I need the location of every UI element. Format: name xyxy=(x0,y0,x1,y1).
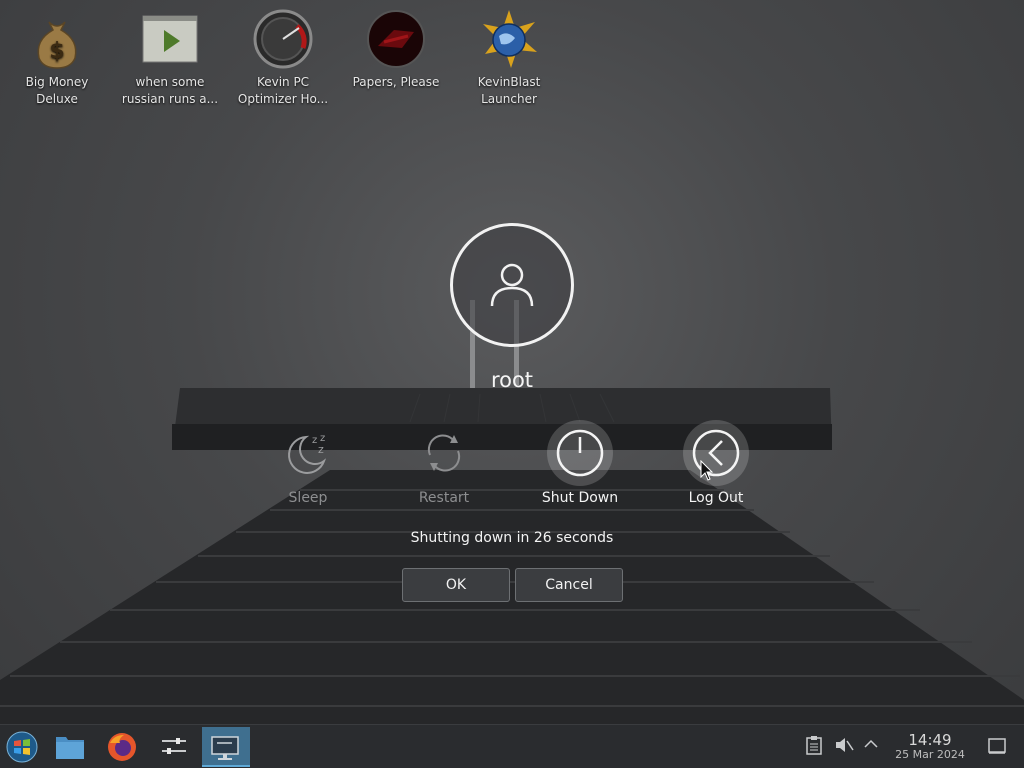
restart-button[interactable]: Restart xyxy=(384,420,504,515)
user-silhouette-icon xyxy=(490,263,534,307)
sleep-label: Sleep xyxy=(288,490,328,506)
start-menu-icon xyxy=(6,731,38,763)
desktop-icon-label: Papers, Please xyxy=(352,75,440,89)
desktop-icon-kevinblast-launcher[interactable]: KevinBlast Launcher xyxy=(459,8,559,108)
clock-time[interactable]: 14:49 xyxy=(892,731,968,749)
svg-text:z: z xyxy=(318,443,324,456)
desktop-icon-label: Kevin PC Optimizer Ho... xyxy=(237,75,329,106)
username-label: root xyxy=(490,368,534,392)
cancel-button[interactable]: Cancel xyxy=(515,568,623,602)
money-bag-icon: $ xyxy=(37,21,77,69)
sleep-moon-icon: z z z xyxy=(288,433,327,474)
mouse-cursor-icon xyxy=(700,460,714,481)
log-out-label: Log Out xyxy=(688,490,744,506)
file-manager-icon xyxy=(56,737,84,759)
log-out-button[interactable]: Log Out xyxy=(656,420,776,515)
settings-sliders-icon xyxy=(162,738,186,754)
svg-text:$: $ xyxy=(49,39,64,64)
display-task-button[interactable] xyxy=(202,727,250,767)
clipboard-icon[interactable] xyxy=(806,735,822,755)
restart-label: Restart xyxy=(418,490,470,506)
desktop-icon-label: when some russian runs a... xyxy=(121,75,219,106)
chevron-up-icon[interactable] xyxy=(864,739,878,749)
desktop-icon-label: KevinBlast Launcher xyxy=(477,75,541,106)
firefox-button[interactable] xyxy=(100,727,144,767)
globe-star-icon xyxy=(483,10,537,68)
taskbar xyxy=(0,724,1024,768)
ok-button[interactable]: OK xyxy=(402,568,510,602)
restart-icon xyxy=(427,434,461,472)
start-menu-button[interactable] xyxy=(0,727,44,767)
desktop-icon-big-money-deluxe[interactable]: $ Big Money Deluxe xyxy=(7,8,107,108)
clock-date[interactable]: 25 Mar 2024 xyxy=(886,748,974,761)
shut-down-button[interactable]: Shut Down xyxy=(520,420,640,515)
papers-please-icon xyxy=(367,10,425,68)
svg-text:z: z xyxy=(312,435,317,446)
user-avatar xyxy=(450,223,574,347)
file-manager-button[interactable] xyxy=(48,727,92,767)
desktop-icon-video[interactable]: when some russian runs a... xyxy=(120,8,220,108)
desktop-icon-kevin-pc-optimizer[interactable]: Kevin PC Optimizer Ho... xyxy=(233,8,333,108)
firefox-icon xyxy=(108,733,136,761)
volume-muted-icon[interactable] xyxy=(834,735,854,755)
desktop-icon-label: Big Money Deluxe xyxy=(25,75,89,106)
sleep-button[interactable]: z z z Sleep xyxy=(248,420,368,515)
shut-down-label: Shut Down xyxy=(541,490,619,506)
video-player-icon xyxy=(142,15,198,63)
shutdown-countdown-text: Shutting down in 26 seconds xyxy=(410,530,614,546)
power-icon xyxy=(556,429,604,477)
display-icon xyxy=(211,736,239,760)
system-settings-button[interactable] xyxy=(152,727,196,767)
speedometer-icon xyxy=(253,9,313,69)
show-desktop-icon[interactable] xyxy=(988,737,1006,755)
desktop-icon-papers-please[interactable]: Papers, Please xyxy=(346,8,446,91)
